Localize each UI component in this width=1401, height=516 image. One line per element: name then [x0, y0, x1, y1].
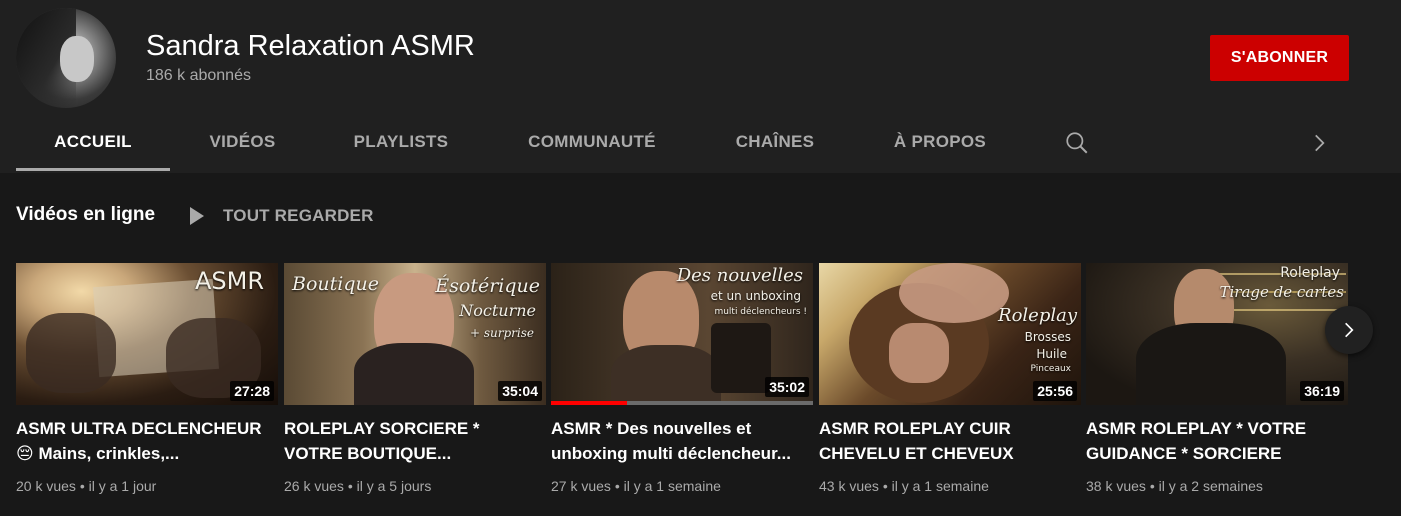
thumbnail-text: Roleplay: [1280, 265, 1340, 281]
video-meta: 38 k vues • il y a 2 semaines: [1086, 478, 1263, 494]
tab-chaines[interactable]: CHAÎNES: [718, 118, 832, 171]
video-title[interactable]: ASMR ROLEPLAY * VOTRE GUIDANCE * SORCIER…: [1086, 416, 1338, 466]
video-card[interactable]: Roleplay Brosses Huile Pinceaux 25:56 AS…: [819, 263, 1081, 503]
duration-badge: 35:02: [765, 377, 809, 397]
video-card[interactable]: Roleplay Tirage de cartes 36:19 ASMR ROL…: [1086, 263, 1348, 503]
hand-shape: [26, 313, 116, 393]
duration-badge: 35:04: [498, 381, 542, 401]
meta-separator: •: [614, 478, 624, 494]
tab-playlists[interactable]: PLAYLISTS: [334, 118, 468, 171]
view-count: 20 k vues: [16, 478, 76, 494]
video-card[interactable]: ASMR 27:28 ASMR ULTRA DECLENCHEUR 😔 Main…: [16, 263, 278, 503]
channel-header: Sandra Relaxation ASMR 186 k abonnés S'A…: [0, 0, 1401, 173]
view-count: 26 k vues: [284, 478, 344, 494]
chevron-right-icon: [1345, 322, 1354, 338]
watch-progress-bar: [551, 401, 813, 405]
video-title[interactable]: ROLEPLAY SORCIERE * VOTRE BOUTIQUE...: [284, 416, 536, 466]
video-card[interactable]: Boutique Ésotérique Nocturne + surprise …: [284, 263, 546, 503]
subscribe-button[interactable]: S'ABONNER: [1210, 35, 1349, 81]
thumbnail-text: ASMR: [194, 267, 264, 295]
body-shape: [1136, 323, 1286, 405]
video-title[interactable]: ASMR ROLEPLAY CUIR CHEVELU ET CHEVEUX: [819, 416, 1071, 466]
meta-separator: •: [882, 478, 892, 494]
channel-avatar[interactable]: [16, 8, 116, 108]
video-age: il y a 1 semaine: [623, 478, 721, 494]
thumbnail-text: et un unboxing: [710, 289, 801, 303]
video-age: il y a 1 jour: [88, 478, 157, 494]
video-meta: 26 k vues • il y a 5 jours: [284, 478, 431, 494]
subscriber-count: 186 k abonnés: [146, 67, 251, 84]
video-thumbnail[interactable]: Roleplay Tirage de cartes 36:19: [1086, 263, 1348, 405]
meta-separator: •: [1149, 478, 1159, 494]
tab-communaute[interactable]: COMMUNAUTÉ: [510, 118, 674, 171]
thumbnail-text: Nocturne: [459, 301, 536, 320]
play-icon: [190, 207, 204, 225]
tab-videos[interactable]: VIDÉOS: [186, 118, 299, 171]
thumbnail-text: Roleplay: [998, 305, 1077, 326]
video-thumbnail[interactable]: Boutique Ésotérique Nocturne + surprise …: [284, 263, 546, 405]
channel-tabs: ACCUEIL VIDÉOS PLAYLISTS COMMUNAUTÉ CHAÎ…: [16, 118, 1356, 173]
search-icon[interactable]: [1064, 130, 1090, 156]
view-count: 38 k vues: [1086, 478, 1146, 494]
video-thumbnail[interactable]: Des nouvelles et un unboxing multi décle…: [551, 263, 813, 405]
video-age: il y a 1 semaine: [891, 478, 989, 494]
video-card[interactable]: Des nouvelles et un unboxing multi décle…: [551, 263, 813, 503]
box-shape: [711, 323, 771, 393]
shelf-title[interactable]: Vidéos en ligne: [16, 204, 155, 226]
video-thumbnail[interactable]: ASMR 27:28: [16, 263, 278, 405]
video-title[interactable]: ASMR * Des nouvelles et unboxing multi d…: [551, 416, 803, 466]
video-age: il y a 5 jours: [356, 478, 432, 494]
thumbnail-text: Huile: [1036, 347, 1067, 361]
chevron-right-icon[interactable]: [1306, 130, 1332, 156]
thumbnail-text: + surprise: [469, 326, 534, 340]
tab-accueil[interactable]: ACCUEIL: [16, 118, 170, 171]
avatar-face-shape: [60, 36, 94, 82]
duration-badge: 25:56: [1033, 381, 1077, 401]
thumbnail-text: Brosses: [1024, 330, 1071, 344]
hand-shape: [889, 323, 949, 383]
body-shape: [611, 345, 721, 405]
channel-name: Sandra Relaxation ASMR: [146, 30, 475, 62]
view-count: 43 k vues: [819, 478, 879, 494]
thumbnail-text: Boutique: [292, 273, 379, 295]
thumbnail-text: Tirage de cartes: [1219, 283, 1344, 301]
duration-badge: 27:28: [230, 381, 274, 401]
meta-separator: •: [347, 478, 357, 494]
video-meta: 20 k vues • il y a 1 jour: [16, 478, 156, 494]
video-thumbnail[interactable]: Roleplay Brosses Huile Pinceaux 25:56: [819, 263, 1081, 405]
meta-separator: •: [79, 478, 89, 494]
hand-shape: [899, 263, 1009, 323]
carousel-next-button[interactable]: [1325, 306, 1373, 354]
watch-progress-fill: [551, 401, 627, 405]
tab-a-propos[interactable]: À PROPOS: [876, 118, 1004, 171]
body-shape: [354, 343, 474, 405]
view-count: 27 k vues: [551, 478, 611, 494]
thumbnail-text: Des nouvelles: [676, 265, 803, 286]
duration-badge: 36:19: [1300, 381, 1344, 401]
play-all-label: TOUT REGARDER: [223, 206, 374, 225]
video-meta: 27 k vues • il y a 1 semaine: [551, 478, 721, 494]
video-title[interactable]: ASMR ULTRA DECLENCHEUR 😔 Mains, crinkles…: [16, 416, 268, 466]
video-meta: 43 k vues • il y a 1 semaine: [819, 478, 989, 494]
video-age: il y a 2 semaines: [1158, 478, 1263, 494]
thumbnail-text: Ésotérique: [435, 275, 540, 297]
thumbnail-text: Pinceaux: [1030, 364, 1071, 374]
thumbnail-text: multi déclencheurs !: [714, 307, 807, 317]
